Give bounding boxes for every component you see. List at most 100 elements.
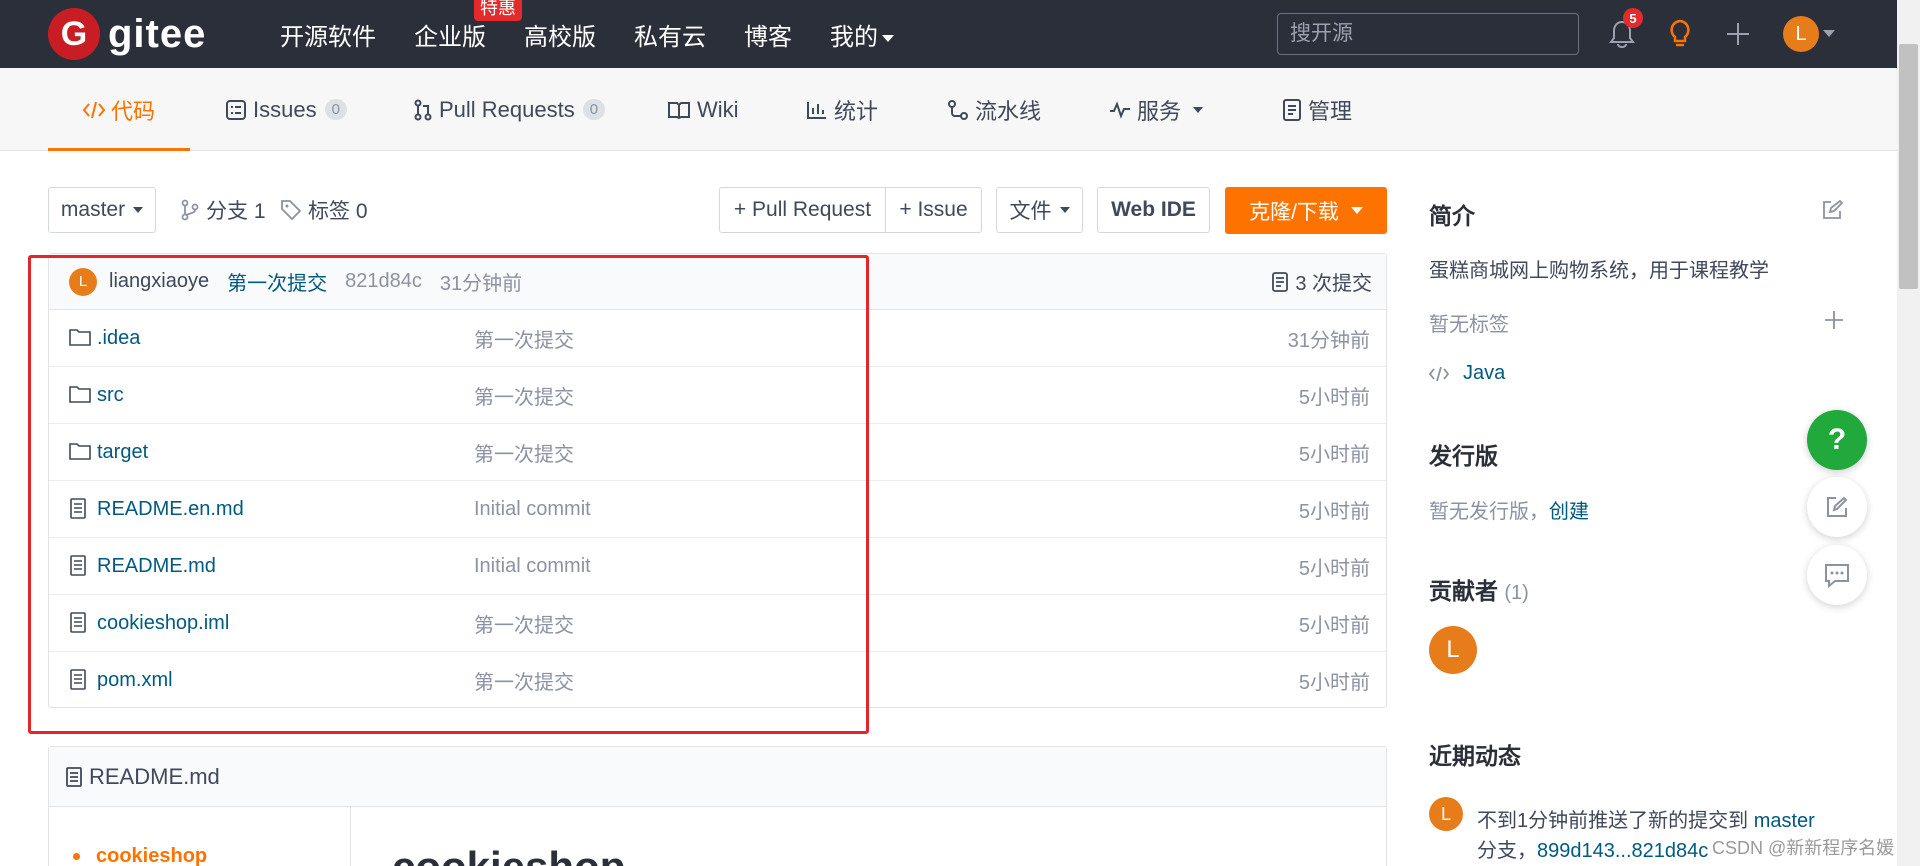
chat-button[interactable] xyxy=(1807,545,1867,605)
add-tag-icon[interactable] xyxy=(1822,308,1846,332)
file-commit-message[interactable]: 第一次提交 xyxy=(474,381,574,410)
book-icon xyxy=(668,101,690,119)
latest-commit-bar: L liangxiaoye 第一次提交 821d84c 31分钟前 3 次提交 xyxy=(49,254,1386,310)
nav-mine[interactable]: 我的 xyxy=(830,17,894,52)
logo-text: gitee xyxy=(108,11,207,56)
gitee-logo[interactable]: G gitee xyxy=(48,8,206,60)
language-link[interactable]: Java xyxy=(1463,362,1505,385)
commit-hash[interactable]: 821d84c xyxy=(345,270,422,293)
file-commit-message[interactable]: Initial commit xyxy=(474,555,591,578)
scrollbar-thumb[interactable] xyxy=(1899,44,1918,289)
folder-icon xyxy=(69,327,91,353)
clone-download-button[interactable]: 克隆/下载 xyxy=(1225,187,1387,234)
search-input[interactable] xyxy=(1277,13,1579,55)
chevron-down-icon xyxy=(1193,106,1204,113)
file-commit-message[interactable]: Initial commit xyxy=(474,498,591,521)
nav-mine-label: 我的 xyxy=(830,23,878,51)
file-name[interactable]: target xyxy=(97,441,148,464)
file-row[interactable]: target 第一次提交 5小时前 xyxy=(49,424,1386,481)
tab-pipeline-label: 流水线 xyxy=(975,98,1042,124)
activity-compare-link[interactable]: 899d143...821d84c xyxy=(1537,840,1708,862)
intro-heading: 简介 xyxy=(1429,203,1475,229)
file-icon xyxy=(69,555,87,583)
nav-enterprise[interactable]: 企业版 特惠 xyxy=(414,0,522,52)
no-releases-text: 暂无发行版， xyxy=(1429,501,1549,523)
tags-link[interactable]: 标签 0 xyxy=(280,195,368,225)
nav-enterprise-label: 企业版 xyxy=(414,23,486,51)
edit-icon xyxy=(1827,496,1848,517)
activity-branch-link[interactable]: master xyxy=(1754,810,1815,832)
tab-manage-label: 管理 xyxy=(1308,98,1353,124)
tab-services[interactable]: 服务 xyxy=(1109,68,1204,151)
commit-list-icon xyxy=(1272,271,1289,292)
nav-blog[interactable]: 博客 xyxy=(744,17,792,52)
new-issue-button[interactable]: + Issue xyxy=(885,187,982,233)
repo-description: 蛋糕商城网上购物系统，用于课程教学 xyxy=(1429,260,1769,282)
lightbulb-icon[interactable] xyxy=(1662,16,1698,52)
tab-wiki[interactable]: Wiki xyxy=(667,68,739,151)
activity-avatar[interactable]: L xyxy=(1429,797,1463,831)
create-release-link[interactable]: 创建 xyxy=(1549,501,1589,523)
file-row[interactable]: README.en.md Initial commit 5小时前 xyxy=(49,481,1386,538)
web-ide-button[interactable]: Web IDE xyxy=(1097,187,1210,233)
file-menu-button[interactable]: 文件 xyxy=(996,187,1083,233)
file-name[interactable]: cookieshop.iml xyxy=(97,612,229,635)
branch-select[interactable]: master xyxy=(48,187,156,233)
chevron-down-icon xyxy=(882,34,894,42)
file-row[interactable]: .idea 第一次提交 31分钟前 xyxy=(49,310,1386,367)
tab-issues[interactable]: Issues 0 xyxy=(225,68,347,151)
edit-icon[interactable] xyxy=(1820,198,1844,222)
file-commit-time: 5小时前 xyxy=(1298,386,1370,409)
file-commit-message[interactable]: 第一次提交 xyxy=(474,438,574,467)
contributors-count: (1) xyxy=(1504,582,1529,604)
commit-author[interactable]: liangxiaoye xyxy=(109,270,209,293)
commits-count-link[interactable]: 3 次提交 xyxy=(1271,267,1372,296)
nav-private-cloud[interactable]: 私有云 xyxy=(634,17,706,52)
tab-pull-requests[interactable]: Pull Requests 0 xyxy=(413,68,606,151)
folder-icon xyxy=(69,441,91,467)
file-commit-message[interactable]: 第一次提交 xyxy=(474,324,574,353)
clone-download-label: 克隆/下载 xyxy=(1249,200,1339,224)
releases-heading: 发行版 xyxy=(1429,443,1498,469)
releases-row: 暂无发行版，创建 xyxy=(1429,495,1589,524)
tab-stats-label: 统计 xyxy=(834,98,879,124)
help-button[interactable]: ? xyxy=(1807,410,1867,470)
activity-text-2: 分支， xyxy=(1477,840,1537,862)
commit-message[interactable]: 第一次提交 xyxy=(227,267,327,296)
file-name[interactable]: pom.xml xyxy=(97,669,173,692)
file-name[interactable]: README.en.md xyxy=(97,498,244,521)
tab-manage[interactable]: 管理 xyxy=(1282,68,1352,151)
commits-count-label: 3 次提交 xyxy=(1295,273,1372,295)
tab-stats[interactable]: 统计 xyxy=(806,68,878,151)
file-commit-message[interactable]: 第一次提交 xyxy=(474,609,574,638)
chevron-down-icon[interactable] xyxy=(1822,26,1836,40)
file-name[interactable]: README.md xyxy=(97,555,216,578)
contributor-avatar[interactable]: L xyxy=(1429,626,1477,674)
commit-author-avatar[interactable]: L xyxy=(69,267,97,296)
file-row[interactable]: pom.xml 第一次提交 5小时前 xyxy=(49,652,1386,709)
promo-badge: 特惠 xyxy=(474,0,522,21)
file-name[interactable]: src xyxy=(97,384,124,407)
avatar[interactable]: L xyxy=(1783,16,1819,52)
feedback-button[interactable] xyxy=(1807,477,1867,537)
file-row[interactable]: cookieshop.iml 第一次提交 5小时前 xyxy=(49,595,1386,652)
file-row[interactable]: src 第一次提交 5小时前 xyxy=(49,367,1386,424)
nav-open-source[interactable]: 开源软件 xyxy=(280,17,376,52)
file-commit-message[interactable]: 第一次提交 xyxy=(474,666,574,695)
activity-text: 不到1分钟前推送了新的提交到 xyxy=(1477,810,1749,832)
tab-pipeline[interactable]: 流水线 xyxy=(947,68,1041,151)
new-pull-request-button[interactable]: + Pull Request xyxy=(719,187,886,233)
language-row: Java xyxy=(1429,362,1505,385)
file-name[interactable]: .idea xyxy=(97,327,140,350)
branch-icon xyxy=(181,199,199,221)
plus-icon[interactable] xyxy=(1720,16,1756,52)
branches-link[interactable]: 分支 1 xyxy=(180,195,266,225)
folder-icon xyxy=(69,384,91,410)
tab-code-label: 代码 xyxy=(110,98,155,124)
tab-code[interactable]: 代码 xyxy=(48,68,190,151)
file-icon xyxy=(69,612,87,640)
toc-item[interactable]: cookieshop xyxy=(73,845,207,866)
nav-education[interactable]: 高校版 xyxy=(524,17,596,52)
issues-icon xyxy=(226,99,246,120)
file-row[interactable]: README.md Initial commit 5小时前 xyxy=(49,538,1386,595)
